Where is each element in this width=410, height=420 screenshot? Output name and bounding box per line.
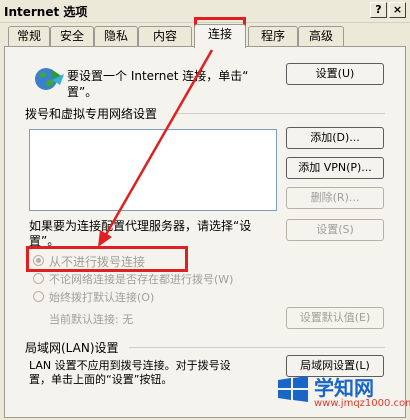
tab-advanced[interactable]: 高级 [298,26,344,46]
tab-general[interactable]: 常规 [8,26,50,46]
radio-always-dial[interactable] [33,291,44,302]
delete-button[interactable]: 删除(R)... [286,187,384,209]
radio-highlight-box [26,246,188,272]
add-vpn-button[interactable]: 添加 VPN(P)... [286,157,384,179]
lan-group-divider [129,347,385,348]
globe-icon [35,68,64,90]
set-default-button[interactable]: 设置默认值(E) [286,307,384,329]
add-button[interactable]: 添加(D)... [286,127,384,149]
radio-always-dial-label: 始终拨打默认连接(O) [49,291,155,304]
watermark: 学知网 www.jmqz1000.com [276,372,410,416]
watermark-brand: 学知网 [314,376,374,400]
windows-logo-icon [278,376,308,402]
setup-button[interactable]: 设置(U) [286,63,384,85]
setup-text-line2: 置”。 [67,85,98,99]
setup-text-line1: 要设置一个 Internet 连接，单击“ [67,69,249,83]
proxy-text-line1: 如果要为连接配置代理服务器，请选择“设 [29,219,252,233]
lan-group-title: 局域网(LAN)设置 [25,341,119,355]
dialup-group-divider [173,113,385,114]
dialup-group-title: 拨号和虚拟专用网络设置 [25,107,158,121]
tab-security[interactable]: 安全 [50,26,94,46]
tab-privacy[interactable]: 隐私 [94,26,138,46]
radio-dial-when-no-network[interactable] [33,273,44,284]
radio-dial-when-no-network-label: 不论网络连接是否存在都进行拨号(W) [49,273,234,286]
current-default-connection: 当前默认连接: 无 [49,313,134,326]
connections-panel: 要设置一个 Internet 连接，单击“ 置”。 设置(U) 拨号和虚拟专用网… [4,46,406,418]
watermark-site: www.jmqz1000.com [314,398,410,409]
dialup-connection-list[interactable] [29,129,277,211]
tab-programs[interactable]: 程序 [248,26,298,46]
window-title: Internet 选项 [4,5,88,19]
close-button[interactable]: × [389,2,406,18]
tab-connections[interactable]: 连接 [194,24,246,48]
lan-text-line2: 置，单击上面的“设置”按钮。 [29,373,173,386]
help-button[interactable]: ? [370,2,387,18]
tab-content[interactable]: 内容 [138,26,192,46]
dialup-settings-button[interactable]: 设置(S) [286,219,384,241]
tab-strip: 常规 安全 隐私 内容 连接 程序 高级 [6,24,406,48]
